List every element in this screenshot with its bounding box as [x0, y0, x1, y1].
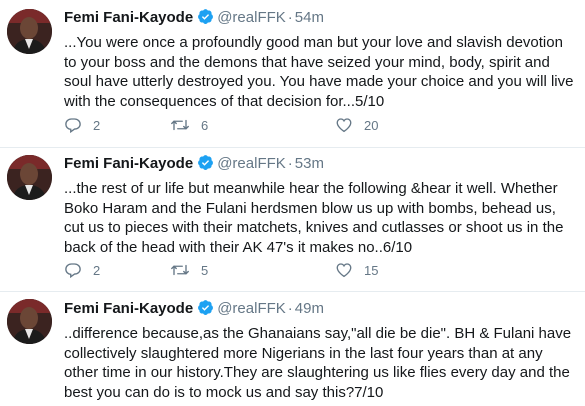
retweet-count: 6	[201, 117, 209, 133]
reply-icon	[65, 263, 81, 279]
timestamp[interactable]: 54m	[295, 9, 324, 26]
retweet-icon	[171, 119, 189, 131]
author-name[interactable]: Femi Fani-Kayode	[64, 300, 193, 317]
avatar[interactable]	[7, 299, 52, 344]
separator: ·	[287, 9, 293, 26]
heart-icon	[336, 118, 352, 133]
like-button[interactable]: 20	[335, 115, 378, 135]
verified-badge-icon	[197, 154, 214, 177]
reply-button[interactable]: 2	[64, 260, 100, 280]
tweet-header: Femi Fani-Kayode @realFFK · 53m	[64, 154, 324, 174]
tweet-2[interactable]: Femi Fani-Kayode @realFFK · 53m ...the rest…	[0, 148, 585, 291]
reply-icon	[65, 118, 81, 134]
author-name[interactable]: Femi Fani-Kayode	[64, 9, 193, 26]
tweet-text: ...You were once a profoundly good man b…	[64, 34, 574, 110]
reply-count: 2	[93, 117, 101, 133]
tweet-header: Femi Fani-Kayode @realFFK · 54m	[64, 8, 324, 28]
retweet-button[interactable]: 6	[170, 115, 208, 135]
retweet-icon	[171, 264, 189, 276]
author-handle[interactable]: @realFFK	[217, 300, 286, 317]
tweet-header: Femi Fani-Kayode @realFFK · 49m	[64, 299, 324, 319]
tweet-3[interactable]: Femi Fani-Kayode @realFFK · 49m ..differenc…	[0, 292, 585, 406]
separator: ·	[287, 300, 293, 317]
verified-badge-icon	[197, 8, 214, 31]
like-count: 15	[364, 262, 379, 278]
tweet-text: ...the rest of ur life but meanwhile hea…	[64, 180, 564, 256]
like-count: 20	[364, 117, 379, 133]
retweet-count: 5	[201, 262, 209, 278]
timestamp[interactable]: 53m	[295, 155, 324, 172]
heart-icon	[336, 263, 352, 278]
author-handle[interactable]: @realFFK	[217, 155, 286, 172]
tweet-1[interactable]: Femi Fani-Kayode @realFFK · 54m ...You were…	[0, 0, 585, 147]
avatar[interactable]	[7, 9, 52, 54]
reply-button[interactable]: 2	[64, 115, 100, 135]
reply-count: 2	[93, 262, 101, 278]
author-name[interactable]: Femi Fani-Kayode	[64, 155, 193, 172]
separator: ·	[287, 155, 293, 172]
retweet-button[interactable]: 5	[170, 260, 208, 280]
verified-badge-icon	[197, 299, 214, 322]
tweet-text: ..difference because,as the Ghanaians sa…	[64, 325, 572, 401]
avatar[interactable]	[7, 155, 52, 200]
avatar-image	[7, 155, 52, 200]
timestamp[interactable]: 49m	[295, 300, 324, 317]
avatar-image	[7, 9, 52, 54]
author-handle[interactable]: @realFFK	[217, 9, 286, 26]
avatar-image	[7, 299, 52, 344]
like-button[interactable]: 15	[335, 260, 378, 280]
